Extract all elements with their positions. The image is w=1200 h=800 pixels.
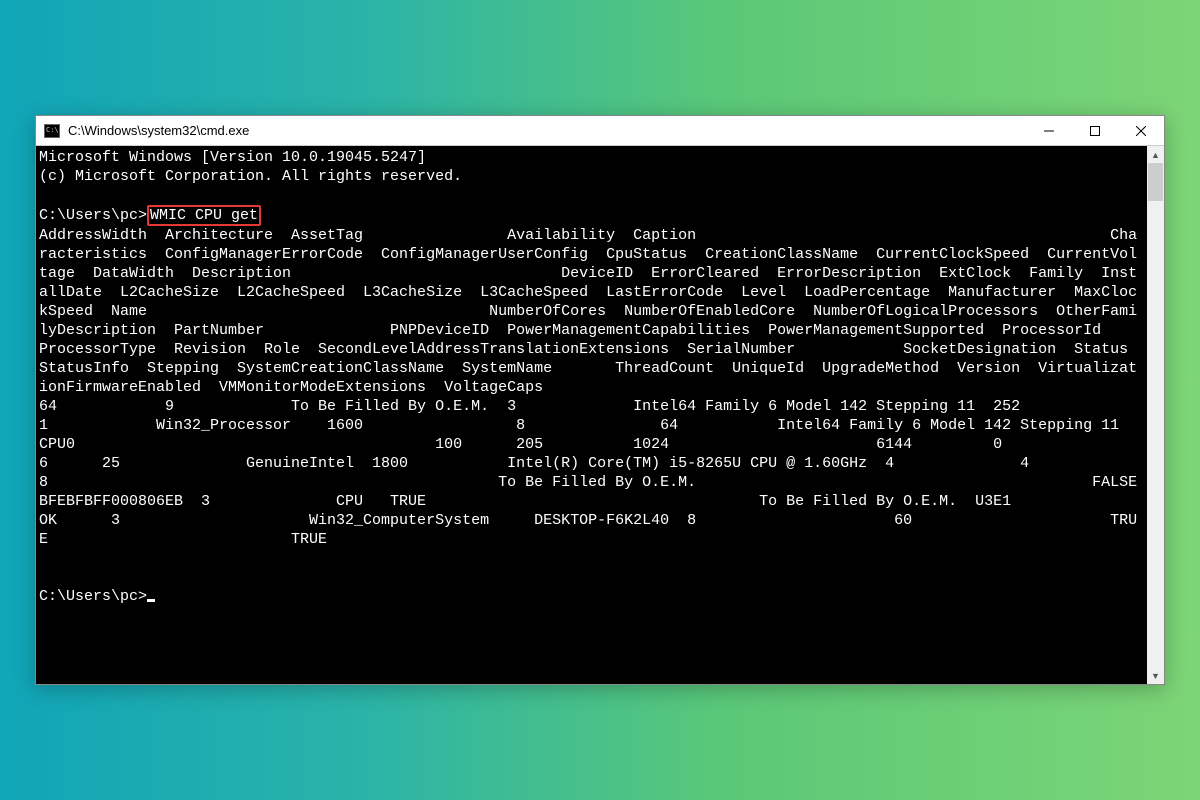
command-prompt: C:\Users\pc> [39, 207, 147, 224]
terminal-container: Microsoft Windows [Version 10.0.19045.52… [36, 146, 1164, 684]
entered-command: WMIC CPU get [147, 205, 261, 226]
minimize-icon [1044, 126, 1054, 136]
output-values: 64 9 To Be Filled By O.E.M. 3 Intel64 Fa… [39, 398, 1147, 548]
column-headers: AddressWidth Architecture AssetTag Avail… [39, 227, 1147, 396]
window-title: C:\Windows\system32\cmd.exe [68, 123, 1026, 138]
scroll-down-arrow-icon[interactable]: ▼ [1147, 667, 1164, 684]
maximize-button[interactable] [1072, 116, 1118, 145]
minimize-button[interactable] [1026, 116, 1072, 145]
window-controls [1026, 116, 1164, 145]
titlebar[interactable]: C:\Windows\system32\cmd.exe [36, 116, 1164, 146]
scrollbar[interactable]: ▲ ▼ [1147, 146, 1164, 684]
maximize-icon [1090, 126, 1100, 136]
terminal-output[interactable]: Microsoft Windows [Version 10.0.19045.52… [36, 146, 1147, 684]
scroll-thumb[interactable] [1148, 163, 1163, 201]
cmd-icon [44, 124, 60, 138]
scroll-up-arrow-icon[interactable]: ▲ [1147, 146, 1164, 163]
text-cursor [147, 599, 155, 602]
close-button[interactable] [1118, 116, 1164, 145]
copyright-line: (c) Microsoft Corporation. All rights re… [39, 168, 462, 185]
command-prompt: C:\Users\pc> [39, 588, 147, 605]
version-line: Microsoft Windows [Version 10.0.19045.52… [39, 149, 426, 166]
close-icon [1136, 126, 1146, 136]
command-prompt-window: C:\Windows\system32\cmd.exe Microsoft Wi… [35, 115, 1165, 685]
